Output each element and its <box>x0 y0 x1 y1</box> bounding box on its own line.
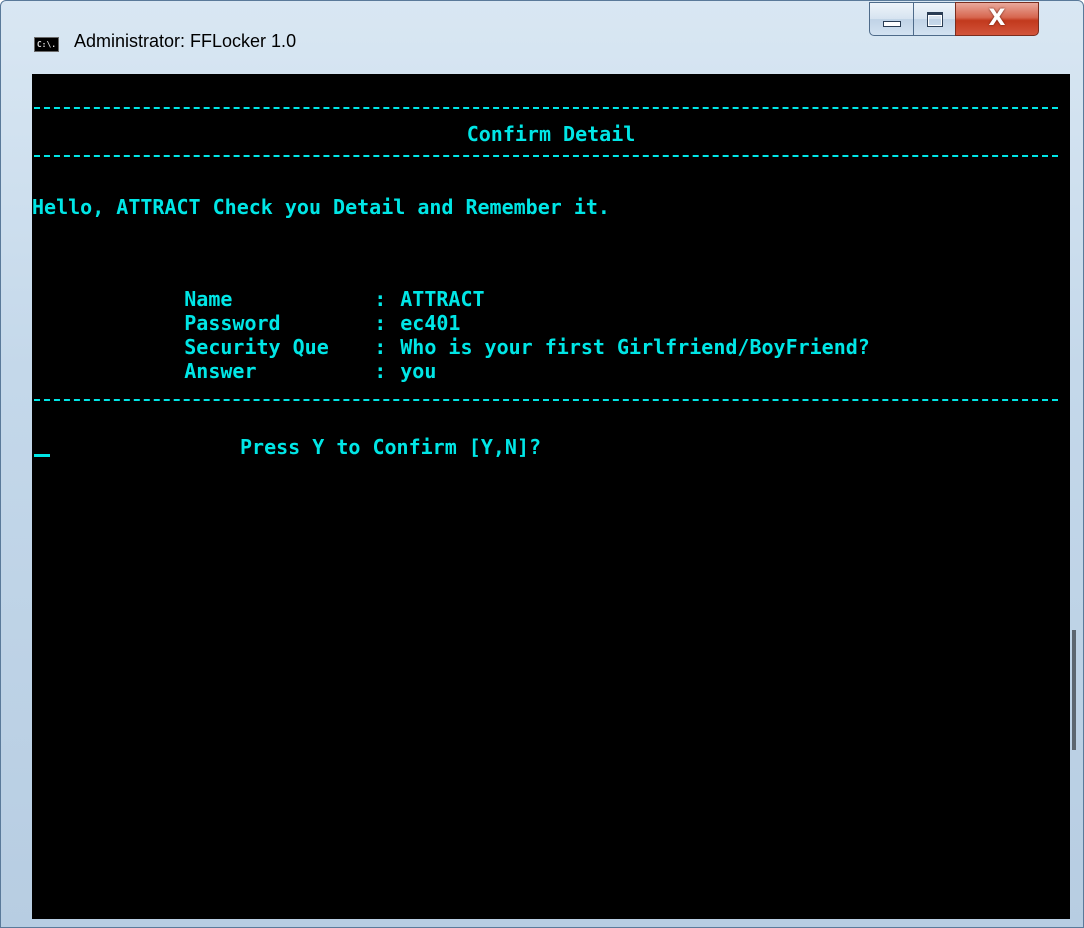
close-button[interactable]: X <box>955 2 1039 36</box>
detail-row-answer: Answer: you <box>112 338 436 404</box>
detail-value: you <box>400 359 437 383</box>
console-output[interactable]: Confirm Detail Hello, ATTRACT Check you … <box>32 74 1070 919</box>
title-bar[interactable]: C:\. Administrator: FFLocker 1.0 X <box>1 1 1083 71</box>
divider-bottom <box>34 399 1058 401</box>
section-title: Confirm Detail <box>466 122 636 146</box>
detail-value: Who is your first Girlfriend/BoyFriend? <box>400 335 870 359</box>
detail-separator: : <box>374 359 387 383</box>
confirm-prompt: Press Y to Confirm [Y,N]? <box>240 435 542 459</box>
minimize-button[interactable] <box>869 2 914 36</box>
greeting-text: Hello, ATTRACT Check you Detail and Reme… <box>32 195 610 219</box>
console-icon[interactable]: C:\. <box>34 37 59 52</box>
console-window: C:\. Administrator: FFLocker 1.0 X Confi… <box>0 0 1084 928</box>
text-cursor <box>34 454 50 457</box>
maximize-icon <box>926 11 943 27</box>
maximize-button[interactable] <box>913 2 956 36</box>
divider-under-title <box>34 155 1058 157</box>
detail-label: Answer <box>184 359 257 383</box>
background-window-edge <box>1072 630 1076 750</box>
divider-top <box>34 107 1058 109</box>
close-icon: X <box>988 6 1006 31</box>
minimize-icon <box>882 21 901 27</box>
window-title: Administrator: FFLocker 1.0 <box>74 31 297 51</box>
